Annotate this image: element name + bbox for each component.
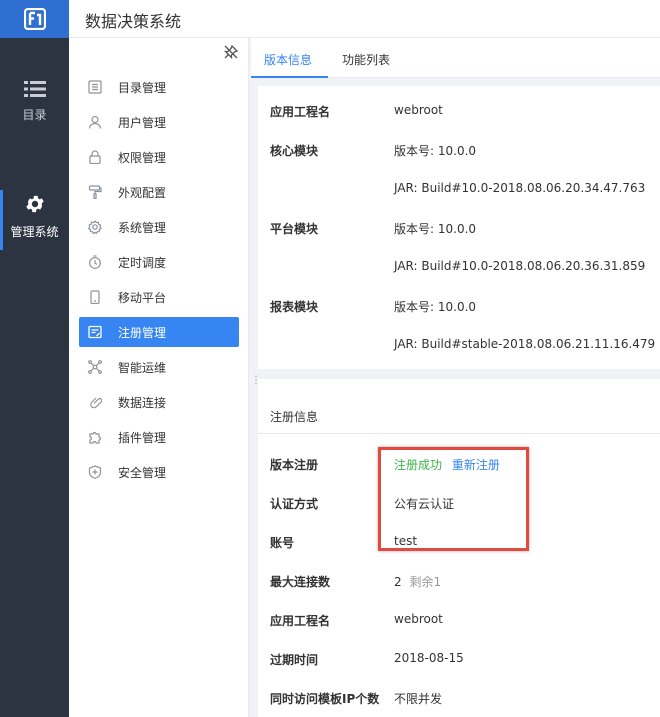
- rail-item-management[interactable]: 管理系统: [0, 190, 69, 260]
- field-value: 2018-08-15: [394, 651, 464, 665]
- tab-version-info[interactable]: 版本信息: [264, 51, 312, 68]
- version-key: 平台模块: [270, 222, 319, 236]
- max-connections-value: 2: [394, 575, 402, 589]
- annotation-highlight-box: [378, 447, 529, 551]
- field-label: 认证方式: [270, 497, 319, 511]
- menu-item-catalog[interactable]: 目录管理: [79, 72, 239, 102]
- version-value: webroot: [394, 103, 443, 117]
- menu-item-label: 目录管理: [118, 80, 167, 95]
- menu-item-mobile[interactable]: 移动平台: [79, 282, 239, 312]
- menu-item-label: 系统管理: [118, 220, 167, 235]
- network-icon: [87, 359, 103, 375]
- field-label: 过期时间: [270, 653, 319, 667]
- catalog-icon: [87, 79, 103, 95]
- field-value: 2 剩余1: [394, 573, 441, 590]
- menu-item-label: 安全管理: [118, 465, 167, 480]
- field-label: 同时访问模板IP个数: [270, 692, 380, 706]
- field-value: webroot: [394, 612, 443, 626]
- resize-handle[interactable]: ⋮: [251, 376, 261, 392]
- register-icon: [87, 324, 103, 340]
- tab-feature-list[interactable]: 功能列表: [342, 51, 390, 68]
- app-title: 数据决策系统: [85, 12, 182, 31]
- version-key: 应用工程名: [270, 105, 331, 119]
- lock-icon: [87, 149, 103, 165]
- rail-item-catalog[interactable]: 目录: [0, 80, 69, 150]
- mobile-icon: [87, 289, 103, 305]
- menu-item-label: 移动平台: [118, 290, 167, 305]
- menu-item-scheduler[interactable]: 定时调度: [79, 247, 239, 277]
- menu-item-label: 定时调度: [118, 255, 167, 270]
- version-info-panel: 应用工程名 webroot 核心模块 版本号: 10.0.0 JAR: Buil…: [258, 86, 660, 369]
- menu-item-plugins[interactable]: 插件管理: [79, 422, 239, 452]
- menu-item-system[interactable]: 系统管理: [79, 212, 239, 242]
- field-label: 版本注册: [270, 458, 319, 472]
- sidebar-menu: 目录管理 用户管理 权限管理 外观配置 系统管理 定时调度 移动平台 注册管理 …: [69, 38, 249, 717]
- field-label: 应用工程名: [270, 614, 331, 628]
- version-key: 核心模块: [270, 144, 319, 158]
- version-value: 版本号: 10.0.0: [394, 144, 477, 158]
- list-icon: [23, 81, 46, 97]
- timer-icon: [87, 254, 103, 270]
- version-value: JAR: Build#10.0-2018.08.06.20.36.31.859: [394, 259, 646, 273]
- menu-item-label: 注册管理: [118, 325, 167, 340]
- field-value: 不限并发: [394, 692, 443, 706]
- top-header: 数据决策系统: [0, 0, 660, 38]
- version-key: 报表模块: [270, 300, 319, 314]
- remaining-connections: 剩余1: [409, 575, 442, 589]
- menu-item-label: 智能运维: [118, 360, 167, 375]
- menu-item-users[interactable]: 用户管理: [79, 107, 239, 137]
- menu-item-label: 数据连接: [118, 395, 167, 410]
- puzzle-icon: [87, 429, 103, 445]
- nav-rail: 目录 管理系统: [0, 38, 69, 717]
- user-icon: [87, 114, 103, 130]
- field-label: 账号: [270, 536, 295, 550]
- rail-item-label: 管理系统: [10, 225, 59, 239]
- app-logo[interactable]: [0, 0, 69, 38]
- menu-item-appearance[interactable]: 外观配置: [79, 177, 239, 207]
- version-value: JAR: Build#stable-2018.08.06.21.11.16.47…: [394, 337, 656, 351]
- menu-item-label: 用户管理: [118, 115, 167, 130]
- menu-item-permissions[interactable]: 权限管理: [79, 142, 239, 172]
- section-title: 注册信息: [270, 410, 319, 424]
- menu-item-label: 插件管理: [118, 430, 167, 445]
- tab-bar: 版本信息 功能列表: [251, 38, 660, 78]
- divider: [258, 433, 660, 434]
- version-value: 版本号: 10.0.0: [394, 222, 477, 236]
- version-value: 版本号: 10.0.0: [394, 300, 477, 314]
- field-label: 最大连接数: [270, 575, 331, 589]
- paint-roller-icon: [87, 184, 103, 200]
- menu-item-registration[interactable]: 注册管理: [79, 317, 239, 347]
- settings-icon: [87, 219, 103, 235]
- gear-icon: [25, 195, 44, 213]
- menu-item-label: 外观配置: [118, 185, 167, 200]
- link-icon: [87, 394, 103, 410]
- active-tab-indicator: [251, 76, 328, 78]
- fr-logo-icon: [23, 8, 46, 30]
- unpin-icon[interactable]: [223, 44, 239, 60]
- rail-item-label: 目录: [22, 108, 47, 122]
- menu-item-security[interactable]: 安全管理: [79, 457, 239, 487]
- shield-icon: [87, 464, 103, 480]
- version-value: JAR: Build#10.0-2018.08.06.20.34.47.763: [394, 181, 646, 195]
- menu-item-data-connection[interactable]: 数据连接: [79, 387, 239, 417]
- menu-item-label: 权限管理: [118, 150, 167, 165]
- menu-item-ops[interactable]: 智能运维: [79, 352, 239, 382]
